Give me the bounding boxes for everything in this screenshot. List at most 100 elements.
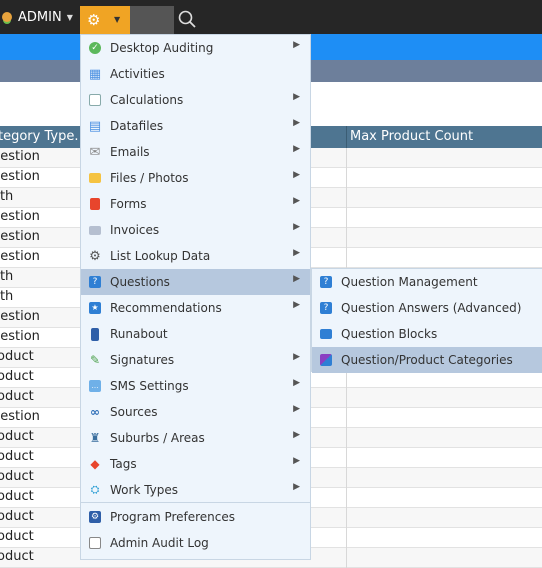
menu-item-label: Desktop Auditing [110,41,214,55]
menu-item-label: Program Preferences [110,510,236,524]
submenu-arrow-icon: ▶ [293,248,300,258]
submenu-arrow-icon: ▶ [293,144,300,154]
column-header-category-type[interactable]: tegory Type. [0,129,78,144]
category-type-cell: roduct [0,369,34,384]
menu-item-suburbs-areas[interactable]: ♜ Suburbs / Areas ▶ [81,425,310,451]
settings-icon: ⚙ [89,511,101,523]
hierarchy-icon: ⛭ [90,483,100,496]
pin-icon: ♜ [89,431,101,445]
column-divider [346,168,347,188]
menu-item-list-lookup-data[interactable]: ⚙ List Lookup Data ▶ [81,243,310,269]
gear-icon: ⚙ [87,11,101,29]
submenu-arrow-icon: ▶ [293,92,300,102]
submenu-item-label: Question Answers (Advanced) [341,301,522,315]
user-avatar-icon [2,12,12,22]
menu-item-calculations[interactable]: Calculations ▶ [81,87,310,113]
folder-icon [88,171,102,185]
recommendation-icon: ★ [88,301,102,315]
blocks-icon [319,327,333,341]
category-type-cell: oth [0,189,14,204]
column-divider [346,428,347,448]
menu-item-forms[interactable]: Forms ▶ [81,191,310,217]
column-divider [346,228,347,248]
check-circle-icon: ✓ [88,41,102,55]
category-type-cell: uestion [0,209,40,224]
submenu-arrow-icon: ▶ [293,40,300,50]
column-divider [346,208,347,228]
menu-item-signatures[interactable]: ✎ Signatures ▶ [81,347,310,373]
submenu-arrow-icon: ▶ [293,300,300,310]
column-divider [346,548,347,568]
menu-item-emails[interactable]: ✉ Emails ▶ [81,139,310,165]
category-type-cell: roduct [0,489,34,504]
submenu-arrow-icon: ▶ [293,404,300,414]
pdf-icon [88,197,102,211]
sms-icon: … [88,379,102,393]
category-type-cell: uestion [0,149,40,164]
submenu-arrow-icon: ▶ [293,352,300,362]
category-type-cell: roduct [0,389,34,404]
calculator-icon [88,93,102,107]
menu-item-datafiles[interactable]: ▤ Datafiles ▶ [81,113,310,139]
menu-item-program-preferences[interactable]: ⚙ Program Preferences [81,504,310,530]
menu-item-label: Calculations [110,93,184,107]
menu-item-activities[interactable]: ▦ Activities [81,61,310,87]
category-icon [319,353,333,367]
category-type-cell: oth [0,269,14,284]
menu-item-label: Suburbs / Areas [110,431,205,445]
menu-item-files-photos[interactable]: Files / Photos ▶ [81,165,310,191]
menu-item-tags[interactable]: ◆ Tags ▶ [81,451,310,477]
table-icon: ▤ [88,118,102,134]
column-divider [346,448,347,468]
category-type-cell: roduct [0,549,34,564]
chevron-down-icon: ▼ [66,12,73,22]
category-type-cell: roduct [0,429,34,444]
category-type-cell: roduct [0,529,34,544]
category-type-cell: uestion [0,249,40,264]
user-menu[interactable]: ADMIN ▼ [0,0,73,34]
submenu-item-question-answers-advanced[interactable]: ? Question Answers (Advanced) [312,295,542,321]
submenu-item-question-blocks[interactable]: Question Blocks [312,321,542,347]
menu-item-runabout[interactable]: Runabout [81,321,310,347]
menu-item-label: Recommendations [110,301,222,315]
user-name: ADMIN [18,9,62,25]
menu-item-label: Invoices [110,223,160,237]
menu-item-label: Tags [110,457,137,471]
menu-item-label: Admin Audit Log [110,536,209,550]
column-header-max-product-count[interactable]: Max Product Count [350,129,473,144]
menu-item-desktop-auditing[interactable]: ✓ Desktop Auditing ▶ [81,35,310,61]
menu-item-invoices[interactable]: Invoices ▶ [81,217,310,243]
column-divider [346,126,347,148]
phone-icon [88,327,102,341]
column-divider [346,488,347,508]
submenu-arrow-icon: ▶ [293,170,300,180]
chevron-down-icon: ▼ [114,15,121,24]
submenu-arrow-icon: ▶ [293,196,300,206]
submenu-arrow-icon: ▶ [293,118,300,128]
toolbar-slot[interactable] [130,6,174,34]
category-type-cell: roduct [0,449,34,464]
menu-item-label: Files / Photos [110,171,189,185]
menu-item-recommendations[interactable]: ★ Recommendations ▶ [81,295,310,321]
settings-menu-button[interactable]: ⚙ ▼ [80,6,130,34]
column-divider [346,388,347,408]
menu-item-sources[interactable]: ∞ Sources ▶ [81,399,310,425]
submenu-item-question-product-categories[interactable]: Question/Product Categories [312,347,542,373]
submenu-item-question-management[interactable]: ? Question Management [312,269,542,295]
menu-item-label: Emails [110,145,150,159]
column-divider [346,148,347,168]
submenu-arrow-icon: ▶ [293,222,300,232]
menu-item-label: Runabout [110,327,168,341]
column-divider [346,528,347,548]
search-icon[interactable] [178,10,196,28]
question-icon: ? [319,301,333,315]
menu-item-questions[interactable]: ? Questions ▶ [81,269,310,295]
submenu-item-label: Question Blocks [341,327,438,341]
menu-item-work-types[interactable]: ⛭ Work Types ▶ [81,477,310,503]
menu-item-admin-audit-log[interactable]: Admin Audit Log [81,530,310,556]
submenu-arrow-icon: ▶ [293,430,300,440]
menu-item-label: Forms [110,197,147,211]
column-divider [346,508,347,528]
menu-item-sms-settings[interactable]: … SMS Settings ▶ [81,373,310,399]
column-divider [346,408,347,428]
